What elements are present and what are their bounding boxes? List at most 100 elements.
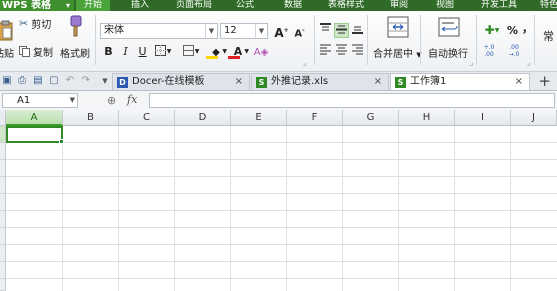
save-icon[interactable]: ▣ xyxy=(1,75,13,87)
row-header[interactable] xyxy=(0,228,6,245)
paste-button[interactable] xyxy=(0,17,16,45)
shrink-font-icon: A xyxy=(294,28,303,40)
zoom-search-icon[interactable]: ⊕ xyxy=(107,94,116,107)
undo-icon[interactable]: ↶ xyxy=(64,75,76,87)
quick-access-dropdown-icon[interactable]: ▼ xyxy=(99,75,111,87)
doc-tab-docer[interactable]: D Docer-在线模板 × xyxy=(112,73,250,90)
print-preview-icon[interactable]: ⎙ xyxy=(16,75,28,87)
column-header-b[interactable]: B xyxy=(63,110,119,126)
fill-handle[interactable] xyxy=(59,139,64,144)
new-tab-button[interactable]: + xyxy=(538,73,551,89)
currency-button[interactable]: ✚▼ xyxy=(481,23,503,38)
column-header-a[interactable]: A xyxy=(6,110,63,126)
column-header-h[interactable]: H xyxy=(399,110,455,126)
decrease-decimal-button[interactable]: .00 →.0 xyxy=(503,44,525,59)
italic-button[interactable]: I xyxy=(118,44,133,59)
font-color-button[interactable]: A ▼ xyxy=(227,44,249,59)
row-header[interactable] xyxy=(0,160,6,177)
chevron-down-icon: ▼ xyxy=(194,48,200,55)
grid-line xyxy=(6,210,557,211)
tab-developer[interactable]: 开发工具 xyxy=(481,0,517,11)
row-header[interactable] xyxy=(0,245,6,262)
underline-button[interactable]: U xyxy=(135,44,150,59)
insert-function-button[interactable]: fx xyxy=(127,93,137,106)
ribbon-separator xyxy=(476,15,477,65)
align-bottom-button[interactable] xyxy=(350,23,365,38)
grow-font-button[interactable]: A+ xyxy=(274,23,289,40)
row-header[interactable] xyxy=(0,177,6,194)
tab-table-style[interactable]: 表格样式 xyxy=(328,0,364,11)
cut-button[interactable]: ✂ 剪切 xyxy=(19,15,57,31)
alignment-group-launcher[interactable]: ⌟ xyxy=(470,59,473,67)
chevron-down-icon: ▾ xyxy=(65,1,70,10)
merge-center-button[interactable] xyxy=(385,14,411,40)
row-header[interactable] xyxy=(0,143,6,160)
increase-decimal-button[interactable]: +.0 .00 xyxy=(478,44,500,59)
name-box[interactable]: A1 ▼ xyxy=(2,93,78,108)
percent-button[interactable]: % xyxy=(505,23,520,38)
column-header-g[interactable]: G xyxy=(343,110,399,126)
close-icon[interactable]: × xyxy=(374,74,382,90)
tab-insert[interactable]: 插入 xyxy=(131,0,149,11)
align-middle-button[interactable] xyxy=(334,23,349,38)
column-header-c[interactable]: C xyxy=(119,110,175,126)
clear-format-button[interactable]: A◈ xyxy=(251,44,271,59)
align-top-button[interactable] xyxy=(318,23,333,38)
comma-button[interactable]: ， xyxy=(520,21,535,36)
merge-split-button[interactable]: ▼ xyxy=(180,44,202,59)
font-size-select[interactable]: 12 ▼ xyxy=(220,23,268,39)
ribbon-separator xyxy=(95,15,96,65)
row-header[interactable] xyxy=(0,279,6,291)
copy-button[interactable]: 复制 xyxy=(19,43,59,59)
row-header[interactable] xyxy=(0,211,6,228)
close-icon[interactable]: × xyxy=(235,74,243,90)
shrink-font-button[interactable]: A- xyxy=(292,23,307,40)
column-header-j[interactable]: J xyxy=(511,110,557,126)
active-cell-a1[interactable] xyxy=(6,126,63,143)
tab-data[interactable]: 数据 xyxy=(284,0,302,11)
tab-formulas[interactable]: 公式 xyxy=(236,0,254,11)
column-header-e[interactable]: E xyxy=(231,110,287,126)
tab-home[interactable]: 开始 xyxy=(76,0,111,11)
wrap-text-label: 自动换行 xyxy=(428,49,468,60)
export-icon[interactable]: ▢ xyxy=(48,75,60,87)
chevron-down-icon: ▼ xyxy=(69,96,75,104)
align-center-button[interactable] xyxy=(334,44,349,59)
row-header[interactable] xyxy=(0,262,6,279)
fill-color-button[interactable]: ◆ ▼ xyxy=(205,44,227,59)
column-header-d[interactable]: D xyxy=(175,110,231,126)
tab-review[interactable]: 审阅 xyxy=(390,0,408,11)
paste-label: 粘贴 xyxy=(0,49,14,60)
format-painter-button[interactable] xyxy=(62,13,88,39)
app-menu-button[interactable]: WPS 表格 ▾ xyxy=(0,0,74,11)
redo-icon[interactable]: ↷ xyxy=(80,75,92,87)
border-icon xyxy=(154,45,166,56)
align-left-icon xyxy=(320,44,331,55)
align-right-button[interactable] xyxy=(350,44,365,59)
font-name-select[interactable]: 宋体 ▼ xyxy=(100,23,218,39)
formula-input[interactable] xyxy=(149,93,555,108)
spreadsheet-grid[interactable]: A B C D E F G H I J xyxy=(0,110,557,291)
doc-tab-xls[interactable]: S 外推记录.xls × xyxy=(251,73,389,90)
grid-line xyxy=(510,126,511,291)
borders-button[interactable]: ▼ xyxy=(151,44,175,59)
font-group-launcher[interactable]: ⌟ xyxy=(303,59,306,67)
app-title: WPS 表格 xyxy=(2,0,52,11)
grid-line xyxy=(6,193,557,194)
align-bottom-icon xyxy=(352,26,363,34)
tab-special[interactable]: 特色 xyxy=(540,0,557,11)
close-icon[interactable]: × xyxy=(515,74,523,90)
number-format-button[interactable]: 常 xyxy=(540,23,557,49)
align-left-button[interactable] xyxy=(318,44,333,59)
wrap-text-button[interactable] xyxy=(436,14,462,40)
bold-button[interactable]: B xyxy=(101,44,116,59)
print-icon[interactable]: ▤ xyxy=(32,75,44,87)
tab-page-layout[interactable]: 页面布局 xyxy=(176,0,212,11)
merge-center-label: 合并居中 ▼ xyxy=(373,49,422,60)
number-group-launcher[interactable]: ⌟ xyxy=(527,59,530,67)
column-header-i[interactable]: I xyxy=(455,110,511,126)
doc-tab-workbook1[interactable]: S 工作簿1 × xyxy=(390,73,530,90)
row-header[interactable] xyxy=(0,194,6,211)
tab-view[interactable]: 视图 xyxy=(436,0,454,11)
column-header-f[interactable]: F xyxy=(287,110,343,126)
